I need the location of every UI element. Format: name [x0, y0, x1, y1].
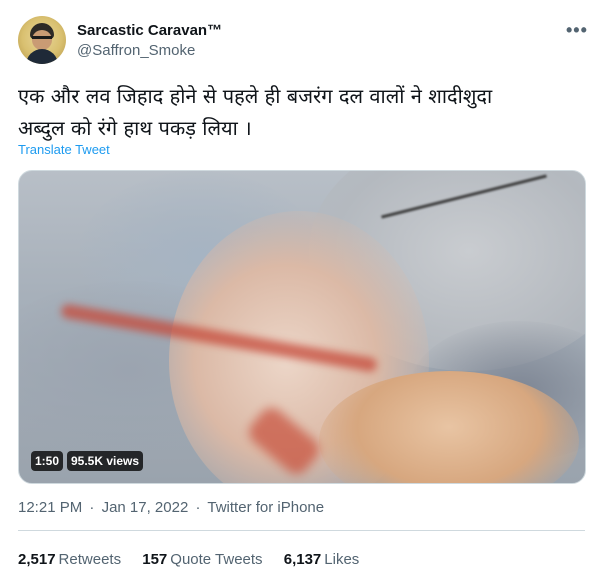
tweet-text: एक और लव जिहाद होने से पहले ही बजरंग दल …	[18, 80, 593, 144]
retweets-stat[interactable]: 2,517 Retweets	[18, 551, 121, 568]
avatar-glasses	[32, 36, 52, 44]
avatar-body	[26, 49, 58, 64]
likes-count: 6,137	[283, 551, 322, 568]
meta-separator: ·	[89, 499, 95, 516]
tweet-meta: 12:21 PM · Jan 17, 2022 · Twitter for iP…	[18, 499, 327, 516]
tweet-date[interactable]: Jan 17, 2022	[102, 499, 189, 516]
quote-tweets-count: 157	[142, 551, 168, 568]
avatar[interactable]	[18, 16, 66, 64]
tweet-card: Sarcastic Caravan™ @Saffron_Smoke ••• एक…	[0, 0, 605, 584]
tweet-stats: 2,517 Retweets 157 Quote Tweets 6,137 Likes	[18, 551, 376, 568]
retweets-count: 2,517	[18, 551, 56, 568]
tweet-time[interactable]: 12:21 PM	[18, 499, 82, 516]
tweet-source[interactable]: Twitter for iPhone	[207, 499, 324, 516]
divider	[18, 530, 585, 531]
likes-label: Likes	[324, 551, 360, 568]
meta-separator: ·	[195, 499, 201, 516]
video-views-badge: 95.5K views	[67, 451, 144, 471]
author-handle[interactable]: @Saffron_Smoke	[77, 42, 195, 59]
tweet-text-line: एक और लव जिहाद होने से पहले ही बजरंग दल …	[18, 84, 493, 108]
tweet-text-line: अब्दुल को रंगे हाथ पकड़ लिया ।	[18, 116, 252, 140]
retweets-label: Retweets	[58, 551, 122, 568]
video-duration-badge: 1:50	[31, 451, 64, 471]
video-player[interactable]: 1:50 95.5K views	[18, 170, 586, 484]
more-options-icon[interactable]: •••	[566, 20, 588, 41]
translate-tweet-link[interactable]: Translate Tweet	[18, 142, 110, 157]
likes-stat[interactable]: 6,137 Likes	[284, 551, 360, 568]
quote-tweets-label: Quote Tweets	[170, 551, 263, 568]
quote-tweets-stat[interactable]: 157 Quote Tweets	[142, 551, 262, 568]
author-display-name[interactable]: Sarcastic Caravan™	[77, 22, 222, 39]
